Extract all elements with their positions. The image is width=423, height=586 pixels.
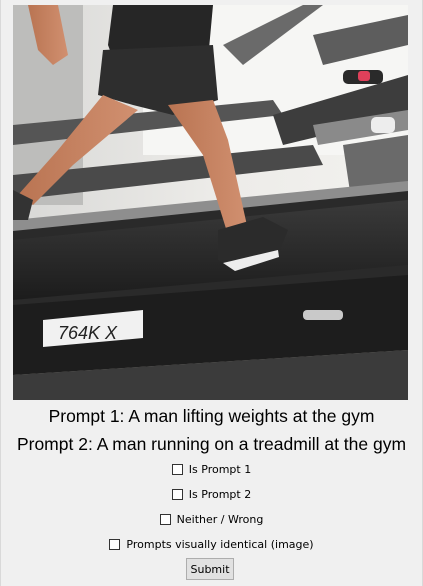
choice-label: Is Prompt 1: [188, 462, 252, 476]
choice-visually-identical[interactable]: Prompts visually identical (image): [0, 536, 423, 552]
choice-is-prompt-1[interactable]: Is Prompt 1: [0, 461, 423, 477]
checkbox-neither-wrong[interactable]: [159, 513, 171, 525]
submit-button[interactable]: Submit: [186, 558, 234, 580]
machine-label: 764K X: [58, 323, 118, 343]
choice-label: Neither / Wrong: [176, 512, 264, 526]
stimulus-image: 764K X: [13, 5, 408, 400]
checkbox-visually-identical[interactable]: [109, 538, 121, 550]
choice-is-prompt-2[interactable]: Is Prompt 2: [0, 486, 423, 502]
prompt-2-text: Prompt 2: A man running on a treadmill a…: [16, 434, 407, 454]
choice-neither-wrong[interactable]: Neither / Wrong: [0, 511, 423, 527]
choice-label: Is Prompt 2: [188, 487, 252, 501]
prompt-1-text: Prompt 1: A man lifting weights at the g…: [48, 406, 375, 426]
choice-label: Prompts visually identical (image): [126, 537, 314, 551]
checkbox-is-prompt-2[interactable]: [171, 488, 183, 500]
checkbox-is-prompt-1[interactable]: [171, 463, 183, 475]
